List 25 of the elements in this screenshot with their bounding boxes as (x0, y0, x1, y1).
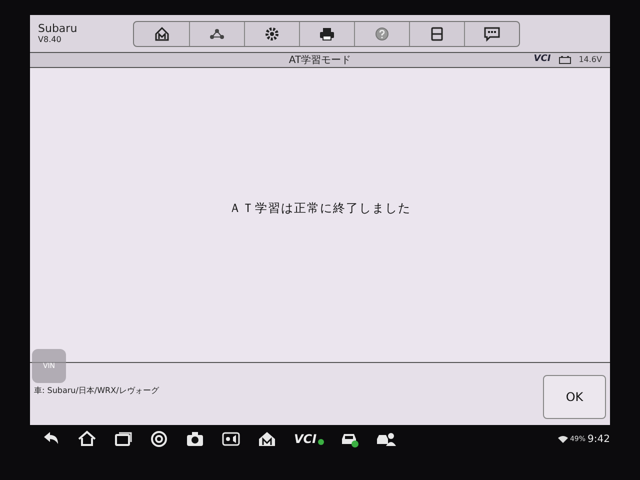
app-version: V8.40 (38, 36, 62, 44)
home-m-icon[interactable] (258, 430, 278, 448)
browser-icon[interactable] (150, 430, 170, 448)
clock-time: 9:42 (588, 432, 610, 446)
camera-icon[interactable] (186, 430, 206, 448)
save-icon (429, 26, 445, 42)
printer-icon (319, 26, 335, 42)
screen-title: AT学習モード (288, 54, 352, 68)
help-icon (374, 26, 390, 42)
recents-icon[interactable] (114, 430, 134, 448)
vci-button[interactable]: VCI (294, 433, 324, 445)
settings-icon (264, 26, 280, 42)
battery-icon (558, 56, 571, 64)
app-name: Subaru (38, 23, 78, 34)
ok-button[interactable]: OK (543, 375, 606, 419)
display-icon[interactable] (222, 430, 242, 448)
home-icon[interactable] (78, 430, 98, 448)
chat-icon (484, 26, 500, 42)
home-m-icon (154, 26, 170, 42)
voltage-reading: 14.6V (578, 54, 602, 66)
vehicle-path: 車: Subaru/日本/WRX/レヴォーグ (34, 385, 159, 397)
result-message: ＡＴ学習は正常に終了しました (229, 200, 411, 217)
support-icon[interactable] (376, 430, 396, 448)
vci-label: VCI (534, 53, 551, 66)
wifi-icon (558, 435, 568, 443)
